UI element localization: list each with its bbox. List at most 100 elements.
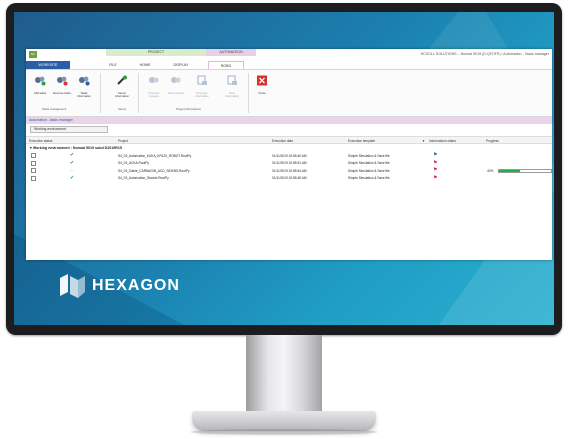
cell-template: Simple Simulation & Save file (348, 168, 390, 173)
row-checkbox[interactable] (31, 153, 36, 158)
app-icon[interactable]: NC (29, 51, 37, 58)
tab-home[interactable]: HOME (130, 61, 160, 69)
robot-remove-icon (57, 76, 68, 86)
next-information-button[interactable]: Next information (222, 73, 242, 98)
server-group-label: Server (118, 107, 127, 111)
project-group-label: Project informations (176, 107, 201, 111)
table-row[interactable]: ✔ S4_03_Automation_KUKA_KR120_ROBOT.RoutP… (26, 152, 552, 160)
ribbon-tabs: WORKSITE FILE HOME DISPLAY ROBO (26, 61, 552, 69)
tab-display[interactable]: DISPLAY (164, 61, 198, 69)
add-tasks-label: Add tasks (33, 91, 47, 95)
robot-info-icon (79, 76, 90, 86)
window-title: HCSOLL SOLUTIONS – Nomad 5019 (D:QFOFS) … (420, 52, 549, 56)
cell-date: 01/11/2019 10:55:54 AM (272, 168, 307, 173)
group-separator (138, 73, 139, 113)
hexagon-logo-icon (60, 274, 85, 298)
previous-process-label: Previous process (148, 91, 160, 99)
tasks-information-label: Tasks information (77, 91, 91, 99)
previous-information-button[interactable]: Previous information (192, 73, 212, 98)
row-checkbox[interactable] (31, 175, 36, 181)
hexagon-branding: HEXAGON (58, 274, 180, 298)
table-row[interactable]: ✔ S4_03_Automation_Stockel.RoutPy 01/11/20… (26, 175, 552, 183)
previous-process-icon (149, 77, 159, 83)
previous-information-label: Previous information (195, 91, 209, 99)
stand-shadow (190, 429, 378, 435)
add-tasks-button[interactable]: Add tasks (30, 73, 50, 95)
group-separator (248, 73, 249, 113)
cell-project: S4_03_Gabie_CARNAGIN_ACD_SIDENS.RoutPy (118, 168, 190, 173)
cell-template: Simple Simulation & Save file (348, 176, 390, 180)
tasks-group-label: Tasks management (42, 107, 67, 111)
server-icon (117, 75, 127, 85)
title-bar: NC PROJECT AUTOMATION HCSOLL SOLUTIONS –… (26, 49, 552, 61)
robot-add-icon (35, 76, 46, 86)
header-execution-template[interactable]: Execution template (348, 139, 375, 143)
cell-project: S4_03_Automation_KUKA_KR120_ROBOT.RoutPy (118, 153, 192, 158)
header-execution-date[interactable]: Execution date (272, 139, 293, 143)
header-informations-status[interactable]: Informations status (429, 139, 456, 143)
cell-project: S4_03_Automation_Stockel.RoutPy (118, 176, 169, 180)
group-row[interactable]: ▾ Working environment : Nomad 5019 subd … (26, 144, 552, 152)
next-information-icon (227, 75, 237, 85)
tab-robo[interactable]: ROBO (208, 61, 244, 69)
grid-toolbar: Working environment (26, 124, 552, 136)
working-environment-button[interactable]: Working environment (30, 126, 108, 133)
close-label: Close (258, 91, 266, 95)
cell-date: 01/11/2019 10:55:40 AM (272, 153, 307, 158)
cell-template: Simple Simulation & Save file (348, 153, 390, 158)
previous-process-button[interactable]: Previous process (144, 73, 164, 98)
check-icon: ✔ (70, 174, 75, 181)
server-information-button[interactable]: Server information (112, 73, 132, 98)
next-process-label: Next process (167, 91, 185, 95)
close-button[interactable]: Close (252, 73, 272, 95)
flag-icon: ⚑ (433, 152, 438, 158)
desktop-screen: NC PROJECT AUTOMATION HCSOLL SOLUTIONS –… (14, 12, 554, 325)
previous-information-icon (197, 75, 207, 85)
tab-worksite[interactable]: WORKSITE (26, 61, 70, 69)
cell-date: 01/11/2019 10:55:45 AM (272, 176, 307, 180)
progress-bar (498, 169, 552, 173)
monitor-stand-neck (246, 335, 322, 411)
ribbon: Add tasks Remove tasks Tasks information… (26, 69, 552, 117)
progress-fill (499, 170, 520, 172)
brand-name: HEXAGON (92, 277, 180, 294)
breadcrumb: Automation - tasks manager (26, 117, 552, 124)
tab-file[interactable]: FILE (98, 61, 128, 69)
progress-percent: 40% (487, 168, 494, 173)
next-information-label: Next information (225, 91, 239, 99)
group-separator (100, 73, 101, 113)
tasks-information-button[interactable]: Tasks information (74, 73, 94, 98)
row-checkbox[interactable] (31, 168, 36, 173)
header-sort-icon[interactable]: ▼ (422, 139, 425, 143)
next-process-icon (171, 77, 181, 83)
close-icon (257, 75, 267, 86)
header-project[interactable]: Project (118, 139, 128, 143)
remove-tasks-label: Remove tasks (53, 91, 71, 95)
application-window: NC PROJECT AUTOMATION HCSOLL SOLUTIONS –… (26, 49, 552, 260)
grid-header: Execution status Project Execution date … (26, 136, 552, 144)
flag-icon: ⚑ (433, 159, 438, 166)
task-rows: ✔ S4_03_Automation_KUKA_KR120_ROBOT.RoutP… (26, 152, 552, 182)
table-row[interactable]: ◌ S4_03_Gabie_CARNAGIN_ACD_SIDENS.RoutPy 0… (26, 167, 552, 175)
check-icon: ✔ (70, 152, 75, 158)
next-process-button[interactable]: Next process (166, 73, 186, 95)
table-row[interactable]: ✔ S4_03_ACKA.RoutPy 01/11/2019 10:55:51 AM… (26, 160, 552, 168)
remove-tasks-button[interactable]: Remove tasks (52, 73, 72, 95)
check-icon: ✔ (70, 159, 75, 166)
cell-date: 01/11/2019 10:55:51 AM (272, 161, 307, 165)
monitor-stand-base (192, 411, 376, 431)
pending-icon: ◌ (70, 168, 73, 173)
flag-icon: ⚑ (433, 167, 438, 173)
group-label: Working environment : Nomad 5019 subd D2… (32, 146, 122, 150)
header-progress[interactable]: Progress (486, 139, 499, 143)
header-execution-status[interactable]: Execution status (29, 139, 52, 143)
server-information-label: Server information (115, 91, 129, 99)
group-row-label: ▾ Working environment : Nomad 5019 subd … (30, 146, 122, 150)
context-tab-automation: AUTOMATION (206, 49, 256, 56)
cell-template: Simple Simulation & Save file (348, 161, 390, 165)
monitor-scene: NC PROJECT AUTOMATION HCSOLL SOLUTIONS –… (0, 0, 568, 439)
context-tab-project: PROJECT (106, 49, 206, 56)
cell-project: S4_03_ACKA.RoutPy (118, 161, 150, 165)
row-checkbox[interactable] (31, 160, 36, 166)
flag-icon: ⚑ (433, 174, 438, 181)
